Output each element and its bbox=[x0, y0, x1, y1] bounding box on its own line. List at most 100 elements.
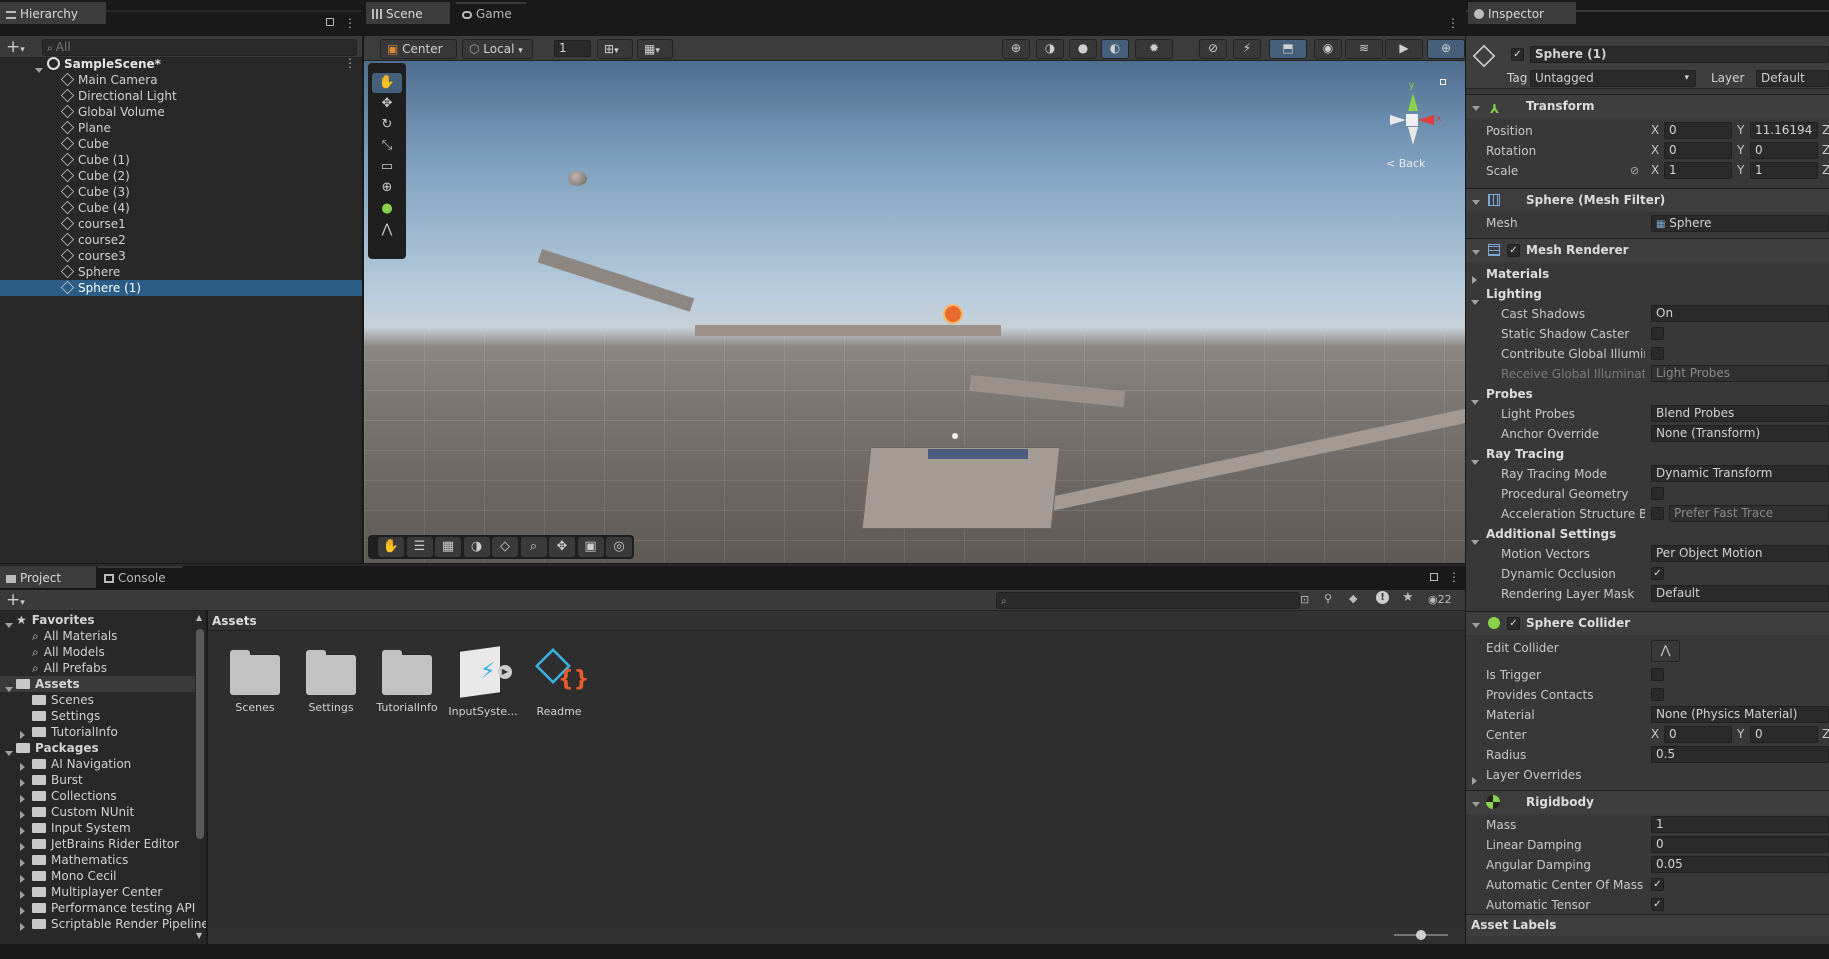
lit-sphere-icon[interactable]: ◐ bbox=[1101, 39, 1129, 59]
gizmo-y-axis[interactable] bbox=[1408, 93, 1418, 111]
chevron-right-icon[interactable] bbox=[20, 888, 25, 902]
gizmo-back-label[interactable]: < Back bbox=[1386, 157, 1425, 170]
packages-header[interactable]: Packages bbox=[16, 740, 99, 756]
active-checkbox[interactable]: ✓ bbox=[1511, 48, 1524, 61]
shading-icon[interactable]: ◑ bbox=[463, 537, 490, 557]
camera-view-icon[interactable]: ▣ bbox=[577, 537, 604, 557]
layer-dropdown[interactable]: Default bbox=[1756, 70, 1829, 87]
search-by-type-filter-icon[interactable]: ⚲ bbox=[1324, 592, 1332, 605]
hierarchy-item[interactable]: Sphere (1) bbox=[0, 280, 362, 296]
mass-row-field[interactable]: 1 bbox=[1651, 816, 1829, 833]
auto-tensor-row-checkbox[interactable]: ✓ bbox=[1651, 898, 1664, 911]
transform-header[interactable]: ⅄ Transform bbox=[1466, 94, 1829, 118]
compass-icon[interactable]: ◎ bbox=[606, 537, 632, 557]
hierarchy-item[interactable]: course1 bbox=[0, 216, 362, 232]
axis-y-label[interactable]: Y bbox=[1737, 123, 1744, 137]
hierarchy-item[interactable]: Plane bbox=[0, 120, 362, 136]
angular-damping-row-field[interactable]: 0.05 bbox=[1651, 856, 1829, 873]
camera-icon[interactable]: ▶ bbox=[1385, 39, 1423, 59]
center-y-field[interactable]: 0 bbox=[1750, 726, 1818, 743]
package-item[interactable]: Multiplayer Center bbox=[32, 884, 162, 900]
ray-tracing-mode-row-field[interactable]: Dynamic Transform bbox=[1651, 465, 1829, 482]
search-by-type-icon[interactable]: ⊡ bbox=[1300, 593, 1309, 606]
vector-x-field[interactable]: 0 bbox=[1664, 122, 1732, 139]
visibility-icon[interactable]: ⬒ bbox=[1269, 39, 1307, 59]
info-icon[interactable]: ! bbox=[1376, 591, 1389, 604]
axis-z-label[interactable]: Z bbox=[1822, 143, 1829, 157]
grid-snap-button[interactable]: ⊞▾ bbox=[597, 39, 633, 59]
static-shadow-caster-row-checkbox[interactable] bbox=[1651, 327, 1664, 340]
favorite-star-icon[interactable]: ★ bbox=[1402, 590, 1414, 605]
shaded-sphere-icon[interactable]: ◑ bbox=[1036, 39, 1064, 59]
tab-console[interactable]: Console bbox=[98, 566, 182, 588]
tab-project[interactable]: Project bbox=[0, 566, 96, 588]
chevron-right-icon[interactable] bbox=[20, 856, 25, 870]
procedural-geometry-row-checkbox[interactable] bbox=[1651, 487, 1664, 500]
mesh-renderer-header[interactable]: ✓ Mesh Renderer bbox=[1466, 238, 1829, 262]
link-icon[interactable]: ⊘ bbox=[1630, 161, 1639, 181]
asset-tile[interactable]: ⚡ ▶ InputSyste... bbox=[448, 645, 518, 725]
center-x-field[interactable]: 0 bbox=[1664, 726, 1732, 743]
contribute-gi-row-checkbox[interactable] bbox=[1651, 347, 1664, 360]
icon-size-slider-thumb[interactable] bbox=[1416, 930, 1426, 940]
mesh-field[interactable]: ▦ Sphere bbox=[1651, 215, 1829, 232]
edit-collider-button[interactable]: ⋀ bbox=[1651, 640, 1680, 662]
edit-collider-icon[interactable]: ⋀ bbox=[372, 220, 402, 240]
package-item[interactable]: Scriptable Render Pipeline bbox=[32, 916, 209, 932]
provides-contacts-row-checkbox[interactable] bbox=[1651, 688, 1664, 701]
asset-tile[interactable]: Scenes bbox=[220, 645, 290, 725]
gizmo-lock-icon[interactable] bbox=[1440, 79, 1446, 85]
auto-center-of-mass-row-checkbox[interactable]: ✓ bbox=[1651, 878, 1664, 891]
scene-more-options-icon[interactable]: ⋮ bbox=[1447, 16, 1459, 30]
vector-x-field[interactable]: 0 bbox=[1664, 142, 1732, 159]
hierarchy-item[interactable]: course2 bbox=[0, 232, 362, 248]
create-plus-button[interactable]: +▾ bbox=[6, 37, 25, 57]
box-blue-edge[interactable] bbox=[928, 449, 1028, 459]
scale-tool-icon[interactable]: ⤡ bbox=[372, 136, 402, 156]
linear-damping-row-field[interactable]: 0 bbox=[1651, 836, 1829, 853]
collider-tool-icon[interactable]: ● bbox=[372, 199, 402, 219]
scroll-up-arrow[interactable]: ▲ bbox=[196, 613, 202, 622]
chevron-right-icon[interactable] bbox=[20, 824, 25, 838]
chevron-right-icon[interactable] bbox=[20, 792, 25, 806]
package-item[interactable]: Performance testing API bbox=[32, 900, 195, 916]
package-item[interactable]: Burst bbox=[32, 772, 83, 788]
package-item[interactable]: AI Navigation bbox=[32, 756, 131, 772]
gizmos-icon[interactable]: ⊕ bbox=[1427, 39, 1465, 59]
hierarchy-item[interactable]: Sphere bbox=[0, 264, 362, 280]
lock-icon[interactable] bbox=[326, 18, 334, 26]
rendering-layer-row-field[interactable]: Default bbox=[1651, 585, 1829, 602]
chevron-right-icon[interactable] bbox=[20, 920, 25, 934]
rigidbody-header[interactable]: Rigidbody bbox=[1466, 790, 1829, 814]
vector-y-field[interactable]: 0 bbox=[1750, 142, 1818, 159]
tab-scene[interactable]: Scene bbox=[366, 2, 450, 24]
hierarchy-item[interactable]: Directional Light bbox=[0, 88, 362, 104]
vector-y-field[interactable]: 1 bbox=[1750, 162, 1818, 179]
hierarchy-item[interactable]: Cube (4) bbox=[0, 200, 362, 216]
light-off-icon[interactable]: ⚡ bbox=[1233, 39, 1261, 59]
chevron-right-icon[interactable] bbox=[1472, 771, 1477, 791]
hierarchy-item[interactable]: Main Camera bbox=[0, 72, 362, 88]
package-item[interactable]: Custom NUnit bbox=[32, 804, 134, 820]
move-tool-icon[interactable]: ✥ bbox=[372, 94, 402, 114]
orientation-gizmo[interactable]: y x bbox=[1378, 81, 1448, 161]
asset-labels-bar[interactable]: Asset Labels bbox=[1466, 914, 1829, 936]
sliders-icon[interactable]: ☰ bbox=[406, 537, 433, 557]
hidden-packages-toggle[interactable]: ◉22 bbox=[1428, 593, 1452, 606]
sphere-collider-enabled-checkbox[interactable]: ✓ bbox=[1507, 617, 1520, 630]
chevron-right-icon[interactable] bbox=[20, 776, 25, 790]
scene-visibility-icon[interactable]: ◉ bbox=[1314, 39, 1342, 59]
solid-sphere-icon[interactable]: ● bbox=[1069, 39, 1097, 59]
more-options-icon[interactable]: ⋮ bbox=[344, 16, 356, 30]
package-item[interactable]: Input System bbox=[32, 820, 131, 836]
scene-viewport[interactable]: ✋ ✥ ↻ ⤡ ▭ ⊕ ● ⋀ y x < Back ✋ ☰ ▦ ◑ ◇ ⌕ ✥ ▣ ◎ bbox=[364, 61, 1465, 563]
asset-folder-item[interactable]: Scenes bbox=[32, 692, 94, 708]
package-item[interactable]: Mono Cecil bbox=[32, 868, 116, 884]
collider-material-row-field[interactable]: None (Physics Material) bbox=[1651, 706, 1829, 723]
assets-header[interactable]: Assets bbox=[16, 676, 80, 692]
favorite-item[interactable]: ⌕ All Materials bbox=[32, 628, 117, 644]
mesh-renderer-enabled-checkbox[interactable]: ✓ bbox=[1507, 244, 1520, 257]
favorite-item[interactable]: ⌕ All Models bbox=[32, 644, 105, 660]
audio-off-icon[interactable]: ⊘ bbox=[1199, 39, 1227, 59]
gizmo-x-axis[interactable] bbox=[1418, 115, 1434, 125]
